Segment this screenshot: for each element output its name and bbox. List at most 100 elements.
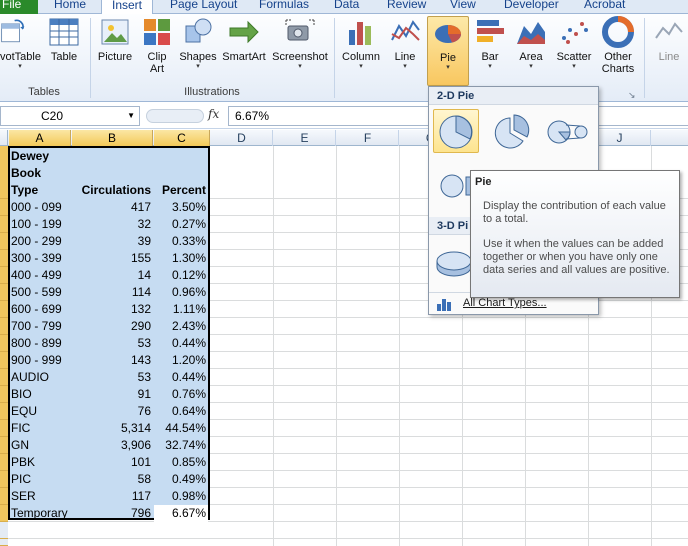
pivottable-button[interactable]: votTable ▾: [0, 16, 41, 71]
row-header[interactable]: [0, 250, 8, 267]
cell-b[interactable]: 132: [72, 301, 153, 318]
pie-2d-button[interactable]: [433, 109, 479, 153]
cell-c[interactable]: 2.43%: [154, 318, 208, 335]
cell-a[interactable]: EQU: [10, 403, 72, 420]
cell-c[interactable]: 0.76%: [154, 386, 208, 403]
dialog-launcher-icon[interactable]: ↘: [628, 90, 636, 101]
tab-insert[interactable]: Insert: [101, 0, 153, 15]
row-header[interactable]: [0, 505, 8, 522]
cell-a[interactable]: 000 - 099: [10, 199, 72, 216]
cell-b[interactable]: 3,906: [72, 437, 153, 454]
cell-b[interactable]: 796: [72, 505, 153, 522]
cell-b[interactable]: 91: [72, 386, 153, 403]
row-header[interactable]: [0, 352, 8, 369]
name-box-dropdown-icon[interactable]: ▼: [127, 107, 135, 125]
cell-b1[interactable]: Circulations: [72, 182, 153, 199]
cell-b[interactable]: 290: [72, 318, 153, 335]
cell-b[interactable]: 53: [72, 369, 153, 386]
row-header[interactable]: [0, 522, 8, 539]
tab-file[interactable]: File: [0, 0, 38, 14]
table-button[interactable]: Table: [46, 16, 82, 63]
exploded-pie-2d-button[interactable]: [489, 109, 535, 153]
tab-developer[interactable]: Developer: [504, 0, 559, 14]
cell-a[interactable]: 300 - 399: [10, 250, 72, 267]
row-header[interactable]: [0, 488, 8, 505]
sparkline-line-button[interactable]: Line: [650, 16, 688, 63]
cell-c[interactable]: 1.30%: [154, 250, 208, 267]
cell-c[interactable]: 1.20%: [154, 352, 208, 369]
cell-b[interactable]: 117: [72, 488, 153, 505]
cell-b[interactable]: 58: [72, 471, 153, 488]
cell-a[interactable]: 400 - 499: [10, 267, 72, 284]
name-box[interactable]: C20 ▼: [0, 106, 140, 126]
cell-a[interactable]: Temporary: [10, 505, 72, 522]
cell-c[interactable]: 0.96%: [154, 284, 208, 301]
column-header-a[interactable]: A: [9, 130, 71, 146]
tab-home[interactable]: Home: [54, 0, 86, 14]
insert-function-icon[interactable]: fx: [208, 107, 219, 121]
cell-b[interactable]: 32: [72, 216, 153, 233]
cell-b[interactable]: 5,314: [72, 420, 153, 437]
scatter-chart-button[interactable]: Scatter ▾: [552, 16, 596, 71]
cell-a[interactable]: BIO: [10, 386, 72, 403]
area-chart-button[interactable]: Area ▾: [512, 16, 550, 71]
row-header[interactable]: [0, 284, 8, 301]
row-header[interactable]: [0, 216, 8, 233]
row-header[interactable]: [0, 301, 8, 318]
row-header[interactable]: [0, 420, 8, 437]
cell-c[interactable]: 0.64%: [154, 403, 208, 420]
cell-c[interactable]: 0.27%: [154, 216, 208, 233]
cell-c[interactable]: 0.98%: [154, 488, 208, 505]
cell-b[interactable]: 39: [72, 233, 153, 250]
cell-a1-line2[interactable]: Book: [10, 165, 72, 182]
cell-a[interactable]: SER: [10, 488, 72, 505]
cell-c[interactable]: 6.67%: [154, 505, 208, 522]
cell-c[interactable]: 0.44%: [154, 369, 208, 386]
cell-c1[interactable]: Percent: [154, 182, 208, 199]
cell-a[interactable]: 700 - 799: [10, 318, 72, 335]
cell-a[interactable]: PBK: [10, 454, 72, 471]
cell-c[interactable]: 44.54%: [154, 420, 208, 437]
cell-b[interactable]: 114: [72, 284, 153, 301]
cell-a[interactable]: 200 - 299: [10, 233, 72, 250]
cell-b[interactable]: 155: [72, 250, 153, 267]
row-header[interactable]: [0, 199, 8, 216]
tab-formulas[interactable]: Formulas: [259, 0, 309, 14]
cell-b[interactable]: 143: [72, 352, 153, 369]
cell-a[interactable]: 600 - 699: [10, 301, 72, 318]
cell-a[interactable]: FIC: [10, 420, 72, 437]
cell-b[interactable]: 14: [72, 267, 153, 284]
cell-a[interactable]: 900 - 999: [10, 352, 72, 369]
pie-chart-button[interactable]: Pie ▾: [427, 16, 469, 86]
cell-a[interactable]: AUDIO: [10, 369, 72, 386]
row-header[interactable]: [0, 146, 8, 199]
cell-a[interactable]: 100 - 199: [10, 216, 72, 233]
row-header[interactable]: [0, 403, 8, 420]
cell-a[interactable]: 800 - 899: [10, 335, 72, 352]
tab-acrobat[interactable]: Acrobat: [584, 0, 625, 14]
cell-c[interactable]: 0.49%: [154, 471, 208, 488]
cell-a[interactable]: PIC: [10, 471, 72, 488]
cell-c[interactable]: 0.85%: [154, 454, 208, 471]
pie-of-pie-button[interactable]: [545, 109, 591, 153]
cell-c[interactable]: 32.74%: [154, 437, 208, 454]
row-header[interactable]: [0, 386, 8, 403]
cell-c[interactable]: 1.11%: [154, 301, 208, 318]
column-chart-button[interactable]: Column ▾: [338, 16, 384, 71]
column-header-f[interactable]: F: [337, 130, 399, 146]
row-header[interactable]: [0, 233, 8, 250]
cell-c[interactable]: 0.44%: [154, 335, 208, 352]
pie-3d-button[interactable]: [433, 239, 473, 283]
cell-b[interactable]: 101: [72, 454, 153, 471]
row-header[interactable]: [0, 369, 8, 386]
clipart-button[interactable]: Clip Art: [140, 16, 174, 75]
bar-chart-button[interactable]: Bar ▾: [472, 16, 508, 71]
column-header-b[interactable]: B: [72, 130, 153, 146]
row-header[interactable]: [0, 335, 8, 352]
row-header[interactable]: [0, 437, 8, 454]
shapes-button[interactable]: Shapes ▾: [178, 16, 218, 71]
row-header[interactable]: [0, 267, 8, 284]
tab-view[interactable]: View: [450, 0, 476, 14]
bar-of-pie-button[interactable]: [433, 163, 473, 207]
formula-bar-grip[interactable]: [146, 109, 204, 123]
